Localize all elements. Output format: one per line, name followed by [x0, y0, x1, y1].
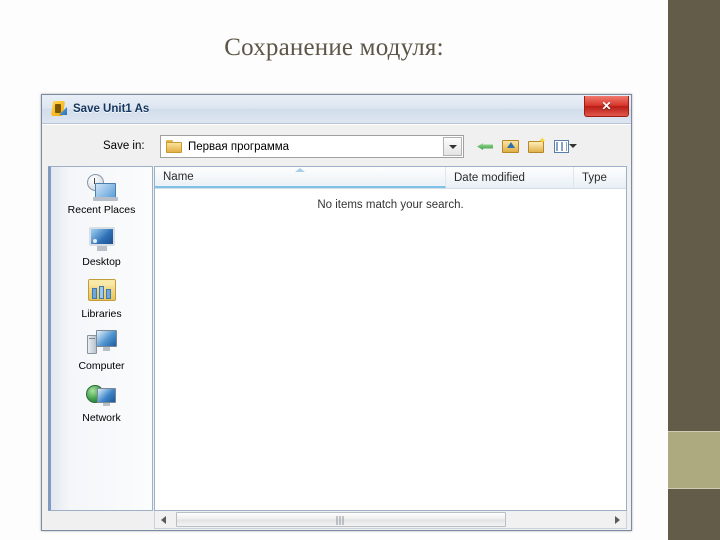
close-icon[interactable]: ✕	[584, 96, 629, 117]
sidebar-item-libraries[interactable]: Libraries	[51, 277, 152, 320]
decor-seam-top	[668, 431, 720, 432]
empty-state-message: No items match your search.	[317, 199, 464, 211]
new-folder-icon[interactable]: ✦	[526, 136, 548, 157]
scroll-left-icon[interactable]	[155, 511, 172, 528]
recent-places-icon	[85, 173, 119, 203]
dialog-toolbar: ✦	[474, 136, 577, 157]
delphi-icon	[49, 100, 67, 118]
sidebar-item-desktop[interactable]: Desktop	[51, 225, 152, 268]
decor-bar-light	[668, 432, 720, 488]
dialog-titlebar[interactable]: Save Unit1 As ✕	[42, 95, 631, 124]
save-in-combobox[interactable]: Первая программа	[160, 135, 464, 158]
horizontal-scrollbar[interactable]	[154, 511, 627, 529]
chevron-down-icon[interactable]	[443, 137, 462, 156]
sidebar-item-computer[interactable]: Computer	[51, 329, 152, 372]
up-folder-icon[interactable]	[500, 136, 522, 157]
column-header-label: Name	[163, 170, 194, 183]
sidebar-item-label: Computer	[78, 360, 125, 372]
libraries-icon	[85, 277, 119, 307]
places-sidebar: Recent Places Desktop Libraries Computer…	[48, 166, 153, 511]
scrollbar-thumb[interactable]	[176, 512, 506, 527]
column-header-type[interactable]: Type	[574, 167, 626, 188]
back-arrow-icon[interactable]	[474, 136, 496, 157]
slide-canvas: Сохранение модуля: Save Unit1 As ✕ Save …	[0, 0, 720, 540]
sidebar-item-network[interactable]: Network	[51, 381, 152, 424]
dialog-title: Save Unit1 As	[73, 103, 150, 115]
sidebar-item-label: Desktop	[82, 256, 121, 268]
save-in-row: Save in: Первая программа ✦	[42, 135, 631, 159]
decor-seam-bottom	[668, 488, 720, 489]
desktop-icon	[85, 225, 119, 255]
column-header-label: Type	[582, 171, 607, 184]
views-grid-icon[interactable]	[552, 136, 577, 157]
column-header-date-modified[interactable]: Date modified	[446, 167, 574, 188]
sort-ascending-icon	[295, 168, 305, 172]
scroll-right-icon[interactable]	[609, 511, 626, 528]
column-header-name[interactable]: Name	[155, 167, 446, 188]
scrollbar-track[interactable]	[172, 511, 609, 528]
save-in-label: Save in:	[103, 140, 145, 152]
sidebar-item-label: Network	[82, 412, 121, 424]
folder-icon	[166, 140, 182, 153]
save-in-value: Первая программа	[188, 140, 290, 153]
dialog-body: Save in: Первая программа ✦ Recent Place…	[42, 124, 631, 530]
sidebar-item-recent-places[interactable]: Recent Places	[51, 173, 152, 216]
sidebar-item-label: Recent Places	[67, 204, 136, 216]
computer-icon	[85, 329, 119, 359]
file-list[interactable]: Name Date modified Type No items match y…	[154, 166, 627, 511]
network-icon	[85, 381, 119, 411]
save-file-dialog: Save Unit1 As ✕ Save in: Первая программ…	[41, 94, 632, 531]
column-header-label: Date modified	[454, 171, 525, 184]
sidebar-item-label: Libraries	[81, 308, 122, 320]
page-title: Сохранение модуля:	[224, 34, 444, 61]
file-list-header: Name Date modified Type	[155, 167, 626, 189]
